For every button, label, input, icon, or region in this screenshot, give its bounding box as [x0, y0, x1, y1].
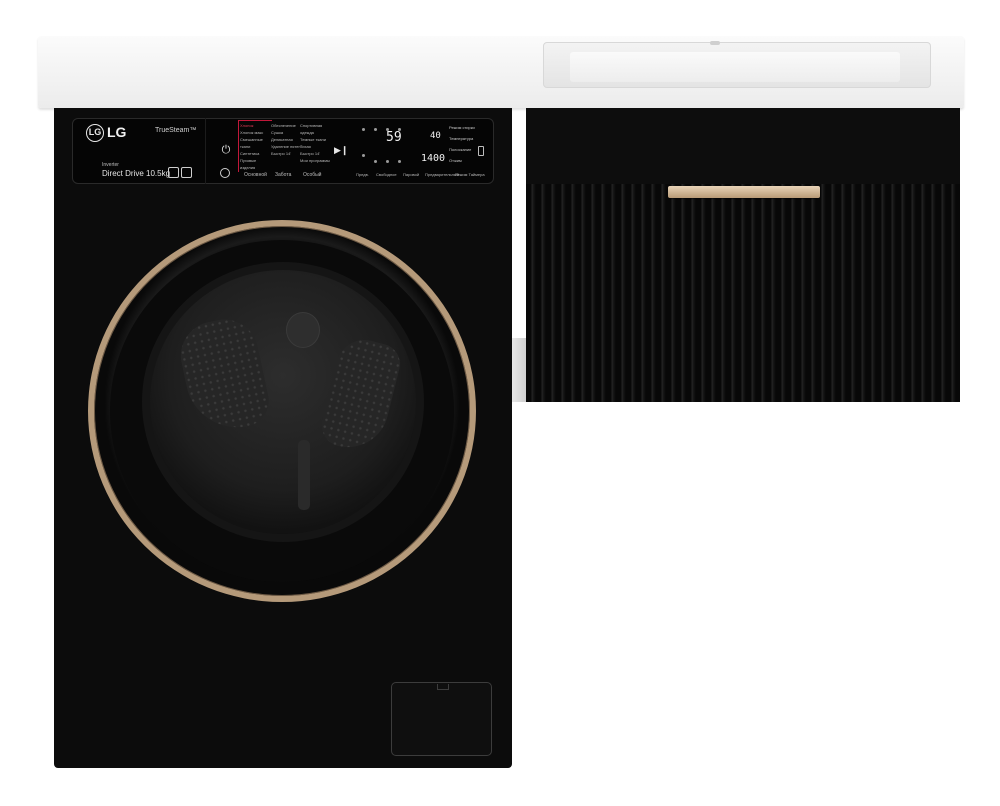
start-pause-button[interactable]: ▶❙: [334, 145, 348, 156]
tag-on-icon: [478, 146, 484, 156]
brand-text: LG: [107, 124, 127, 140]
program-item[interactable]: Быстро 14': [271, 150, 301, 157]
program-item[interactable]: Деликатная: [271, 136, 301, 143]
preliminary-button[interactable]: Предварительный: [425, 172, 459, 177]
program-item[interactable]: Пуховые изделия: [240, 157, 270, 171]
filter-hatch[interactable]: [391, 682, 492, 756]
program-item[interactable]: Темные ткани: [300, 136, 330, 143]
spin-button[interactable]: Отжим: [449, 158, 462, 163]
program-item[interactable]: Хлопок: [240, 122, 270, 129]
filter-notch: [437, 684, 449, 690]
inverter-label: Inverter: [102, 162, 119, 168]
program-item[interactable]: Быстро 14': [300, 150, 330, 157]
free-button[interactable]: Свободное: [376, 172, 397, 177]
steam-button[interactable]: Паровой: [403, 172, 419, 177]
rinse-button[interactable]: Полоскание: [449, 147, 471, 152]
timer-button[interactable]: Режим Таймера: [455, 172, 485, 177]
program-column-3: Спортивная одежда Темные ткани Тихая Быс…: [300, 122, 330, 164]
cabinet-top-panel: [526, 108, 960, 184]
indicator-dot: [374, 128, 377, 131]
program-list[interactable]: Хлопок Хлопок макс Смешанные ткани Синте…: [238, 122, 338, 170]
program-item[interactable]: Хлопок макс: [240, 129, 270, 136]
drum-ridge: [298, 440, 310, 510]
prewash-button[interactable]: Предв.: [356, 172, 369, 177]
category-care[interactable]: Забота: [275, 172, 291, 178]
cabinet-drawer[interactable]: [526, 184, 960, 402]
program-item[interactable]: Спортивная одежда: [300, 122, 330, 136]
dispense-icon: [220, 168, 230, 178]
program-column-1: Хлопок Хлопок макс Смешанные ткани Синте…: [240, 122, 270, 171]
tap-hole: [710, 41, 720, 45]
lg-logo-icon: LG: [86, 124, 104, 142]
indicator-dot: [374, 160, 377, 163]
program-item[interactable]: Смешанные ткани: [240, 136, 270, 150]
indicator-dot: [398, 160, 401, 163]
feature-badge-icon: [168, 167, 179, 178]
program-item[interactable]: Мои программы: [300, 157, 330, 164]
indicator-dot: [362, 128, 365, 131]
category-special[interactable]: Особый: [303, 172, 321, 178]
drum-hub: [286, 312, 320, 348]
temperature-button[interactable]: Температура: [449, 136, 473, 141]
wash-mode-button[interactable]: Режим стирки: [449, 125, 475, 130]
power-button[interactable]: ⏻: [220, 144, 232, 156]
program-item[interactable]: Синтетика: [240, 150, 270, 157]
feature-badge-icon: [181, 167, 192, 178]
program-item[interactable]: Обеспечение: [271, 122, 301, 129]
drawer-handle[interactable]: [668, 186, 820, 198]
sink-bowl: [570, 52, 900, 82]
indicator-dot: [386, 160, 389, 163]
display-temp: 40: [430, 131, 441, 141]
program-item[interactable]: Тихая: [300, 143, 330, 150]
indicator-dot: [362, 154, 365, 157]
program-item[interactable]: Сушка: [271, 129, 301, 136]
program-item[interactable]: Удаление пятен: [271, 143, 301, 150]
scene: LG LG TrueSteam™ Inverter Direct Drive 1…: [0, 0, 1000, 806]
display-time: 59: [386, 130, 402, 145]
direct-drive-label: Direct Drive 10.5kg: [102, 169, 171, 178]
truesteam-label: TrueSteam™: [155, 127, 197, 134]
category-basic[interactable]: Основной: [244, 172, 267, 178]
program-column-2: Обеспечение Сушка Деликатная Удаление пя…: [271, 122, 301, 157]
cabinet-side: [512, 338, 526, 402]
display-spin: 1400: [421, 153, 446, 164]
